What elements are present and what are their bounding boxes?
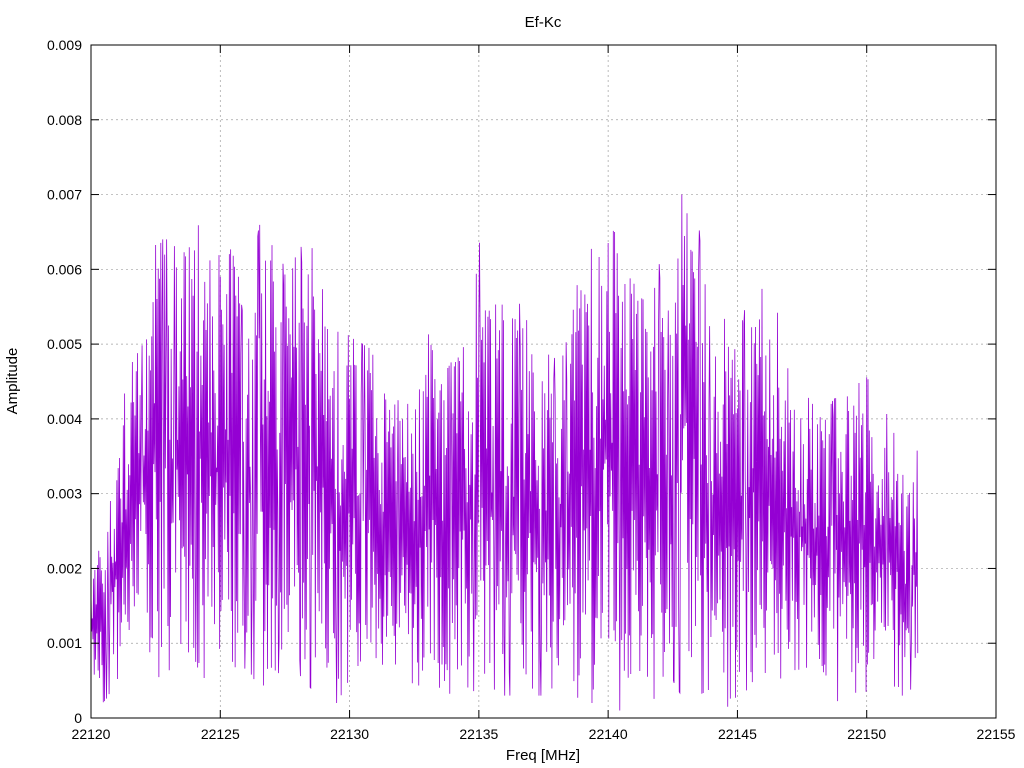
y-axis-label: Amplitude xyxy=(4,348,21,415)
spectrum-chart: Ef-Kc 22120 22125 22130 22135 22140 22145 2215… xyxy=(4,14,1016,764)
y-tick-label: 0.008 xyxy=(47,112,82,128)
x-tick-label: 22145 xyxy=(718,726,757,742)
y-tick-label: 0.009 xyxy=(47,37,82,53)
y-tick-label: 0 xyxy=(74,710,82,726)
y-tick-label: 0.007 xyxy=(47,187,82,203)
x-tick-label: 22135 xyxy=(459,726,498,742)
x-tick-label: 22120 xyxy=(72,726,111,742)
y-tick-label: 0.003 xyxy=(47,486,82,502)
y-tick-label: 0.002 xyxy=(47,560,82,576)
x-tick-label: 22150 xyxy=(847,726,886,742)
x-tick-label: 22155 xyxy=(977,726,1016,742)
x-tick-label: 22140 xyxy=(589,726,628,742)
x-axis-label: Freq [MHz] xyxy=(506,747,580,764)
x-tick-label: 22125 xyxy=(201,726,240,742)
series-line xyxy=(90,194,919,711)
chart-title: Ef-Kc xyxy=(525,14,562,31)
y-tick-label: 0.006 xyxy=(47,261,82,277)
y-tick-label: 0.001 xyxy=(47,635,82,651)
series-group xyxy=(90,194,919,711)
y-tick-label: 0.004 xyxy=(47,411,82,427)
y-tick-label: 0.005 xyxy=(47,336,82,352)
x-tick-label: 22130 xyxy=(330,726,369,742)
